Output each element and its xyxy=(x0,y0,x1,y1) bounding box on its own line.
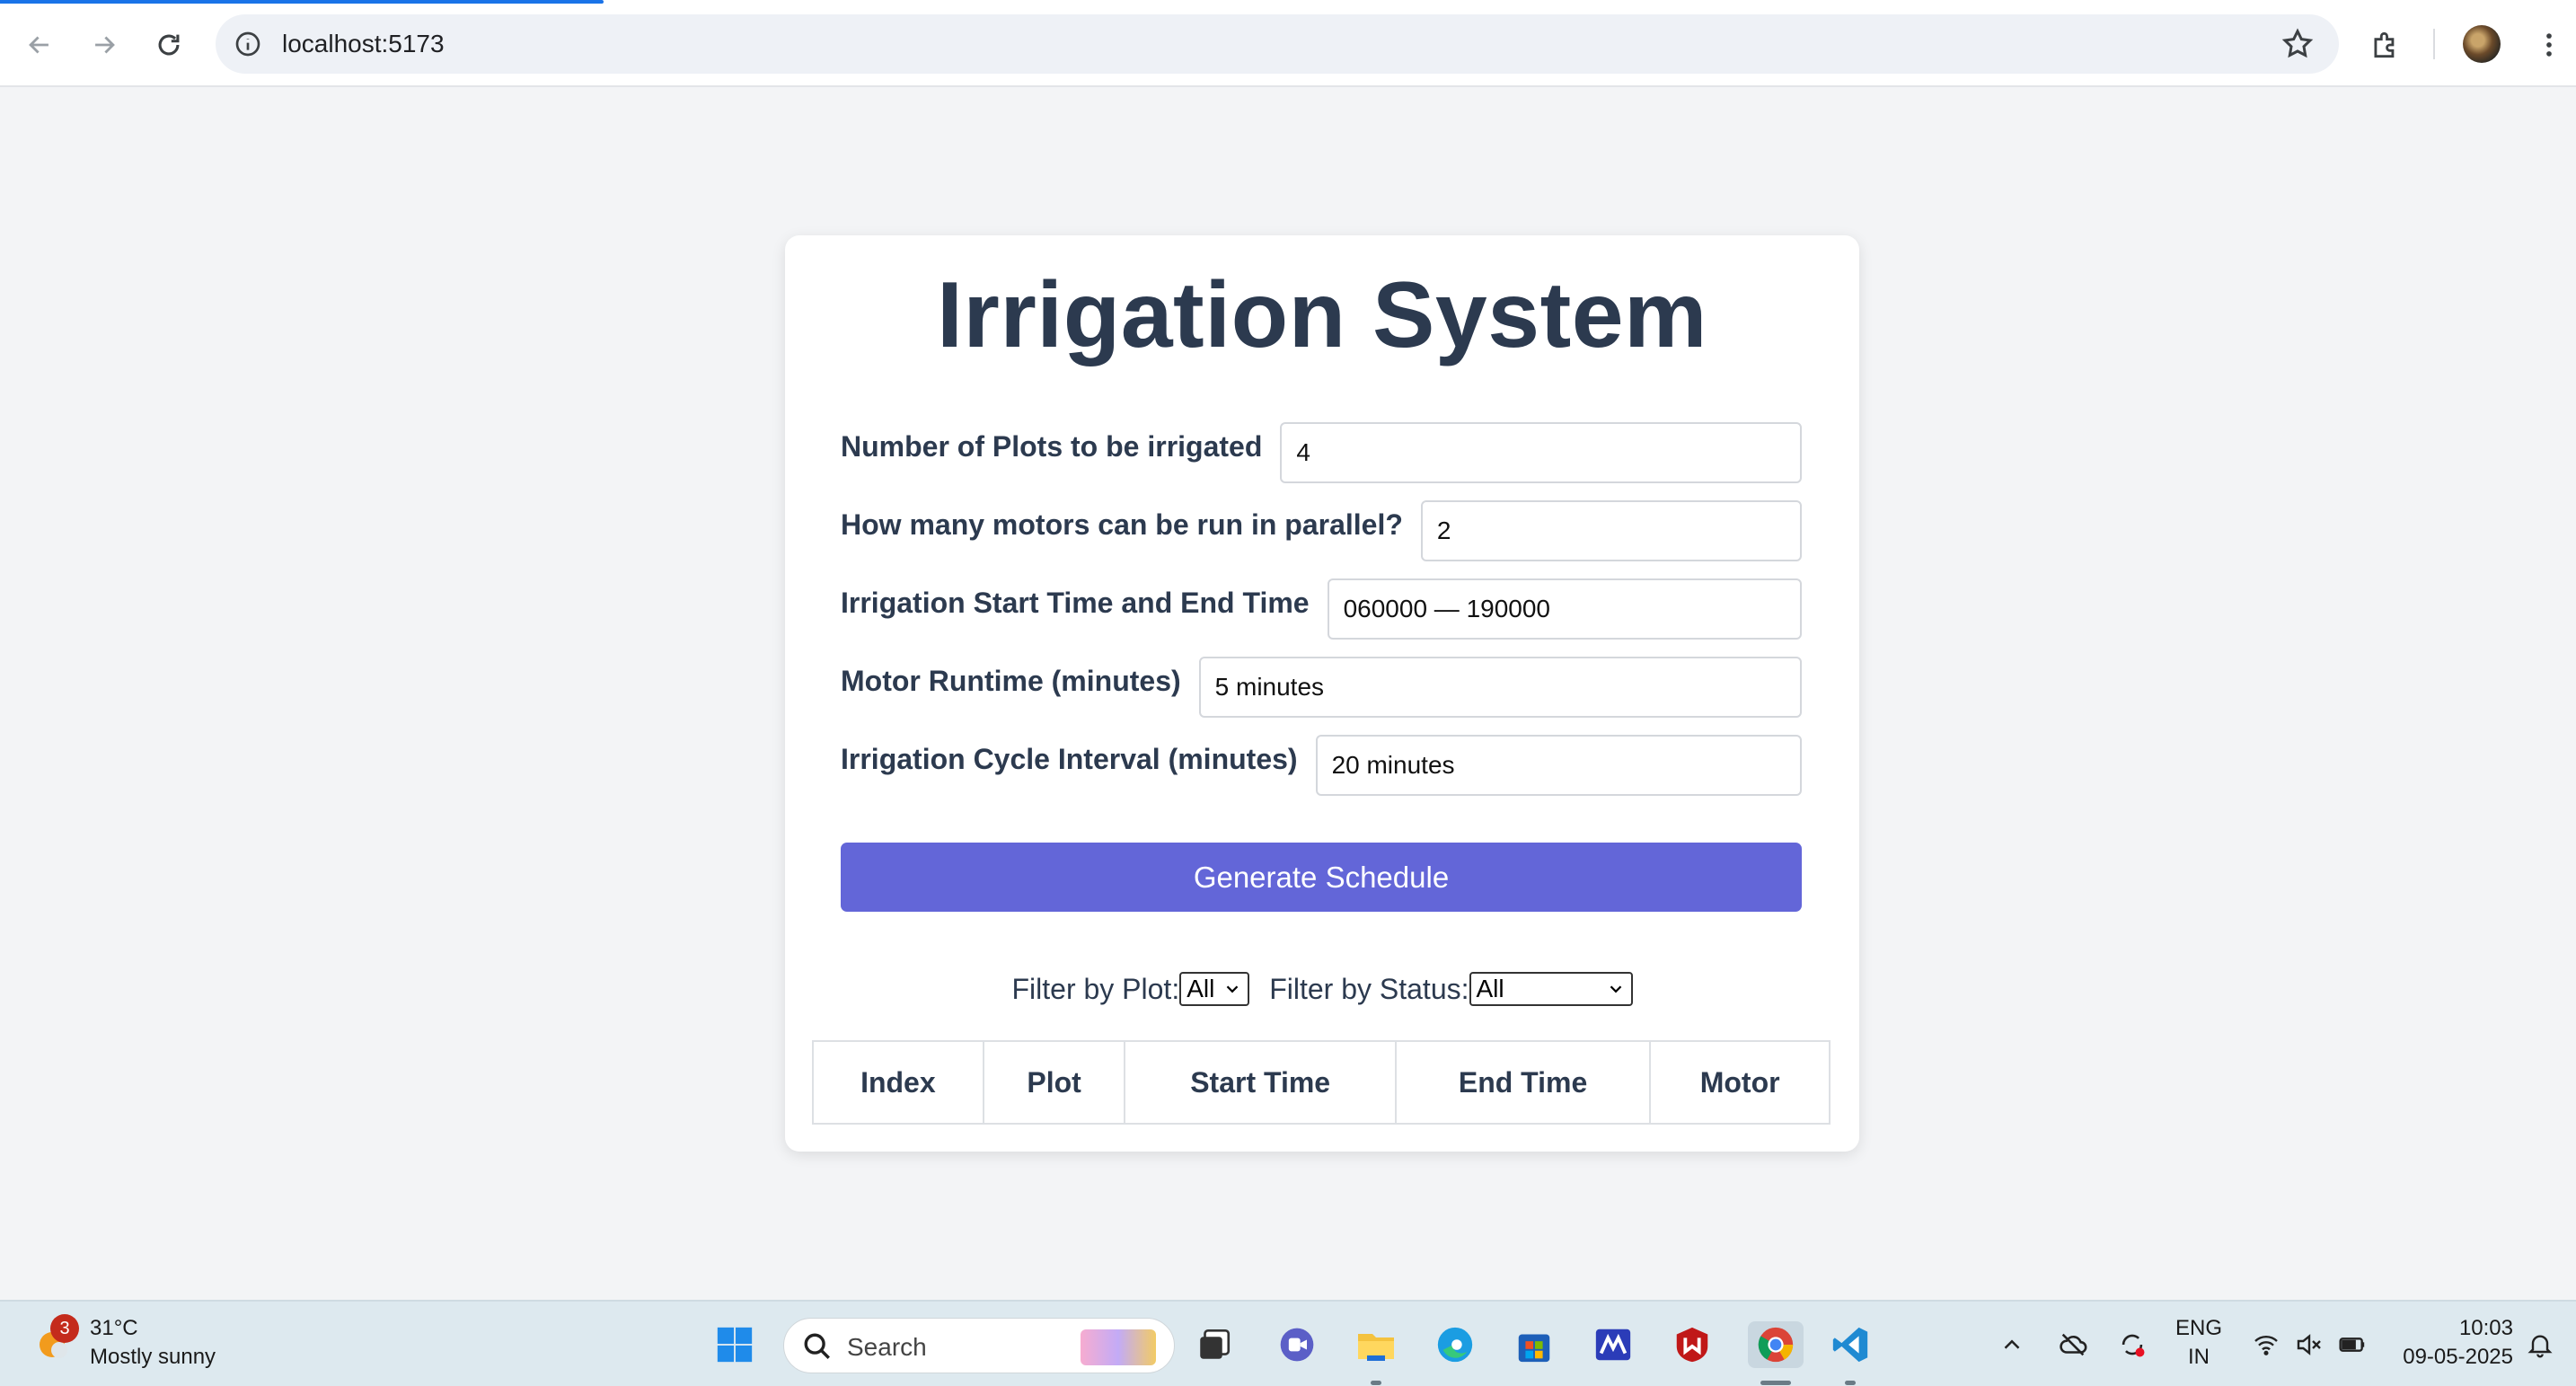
running-indicator xyxy=(1371,1381,1381,1385)
plot-filter-select[interactable]: All xyxy=(1179,972,1250,1006)
time-row: Irrigation Start Time and End Time xyxy=(841,578,1802,640)
task-view-icon[interactable] xyxy=(1191,1321,1238,1368)
language-code: ENG xyxy=(2175,1316,2222,1340)
chevron-down-icon xyxy=(1226,985,1239,993)
store-icon[interactable] xyxy=(1511,1321,1557,1368)
status-filter-select[interactable]: All xyxy=(1469,972,1633,1006)
column-header-motor: Motor xyxy=(1649,1040,1831,1125)
page-load-progress xyxy=(0,0,604,4)
plot-filter-label: Filter by Plot: xyxy=(1011,972,1180,1005)
reload-icon xyxy=(158,34,180,56)
column-header-index: Index xyxy=(812,1040,984,1125)
profile-avatar[interactable] xyxy=(2463,25,2501,63)
motors-row: How many motors can be run in parallel? xyxy=(841,500,1802,561)
active-app-indicator xyxy=(1760,1381,1791,1385)
runtime-row: Motor Runtime (minutes) xyxy=(841,657,1802,718)
time-range-input[interactable] xyxy=(1327,578,1802,640)
schedule-table: Index Plot Start Time End Time Motor xyxy=(812,1040,1831,1125)
file-explorer-icon[interactable] xyxy=(1353,1321,1399,1368)
forward-arrow-icon xyxy=(95,36,115,54)
clock-time: 10:03 xyxy=(2458,1316,2513,1340)
interval-label: Irrigation Cycle Interval (minutes) xyxy=(841,742,1298,775)
back-arrow-icon xyxy=(29,36,49,54)
forward-button[interactable] xyxy=(79,20,129,70)
edge-browser-icon[interactable] xyxy=(1432,1321,1478,1368)
running-indicator xyxy=(1845,1381,1856,1385)
weather-temperature[interactable]: 31°C xyxy=(90,1316,138,1341)
taskbar-search-label: Search xyxy=(847,1333,927,1361)
generate-schedule-button[interactable]: Generate Schedule xyxy=(841,843,1802,912)
volume-muted-icon[interactable] xyxy=(2292,1321,2326,1368)
plots-input[interactable] xyxy=(1280,422,1802,483)
motors-label: How many motors can be run in parallel? xyxy=(841,508,1403,541)
vscode-icon[interactable] xyxy=(1827,1321,1874,1368)
column-header-start-time: Start Time xyxy=(1124,1040,1397,1125)
chevron-up-icon[interactable] xyxy=(1994,1321,2030,1368)
reload-button[interactable] xyxy=(144,20,194,70)
runtime-input[interactable] xyxy=(1198,657,1802,718)
battery-icon[interactable] xyxy=(2335,1321,2369,1368)
motors-input[interactable] xyxy=(1420,500,1802,561)
filter-bar: Filter by Plot: All Filter by Status: Al… xyxy=(785,972,1859,1006)
chat-app-icon[interactable] xyxy=(1274,1321,1320,1368)
interval-row: Irrigation Cycle Interval (minutes) xyxy=(841,735,1802,796)
status-filter-value: All xyxy=(1476,975,1504,1002)
clock-date: 09-05-2025 xyxy=(2403,1345,2513,1369)
plots-label: Number of Plots to be irrigated xyxy=(841,429,1263,463)
plot-filter-value: All xyxy=(1187,975,1215,1002)
system-clock[interactable]: 10:03 09-05-2025 xyxy=(2391,1316,2513,1370)
column-header-plot: Plot xyxy=(982,1040,1126,1125)
weather-badge: 3 xyxy=(50,1314,79,1343)
status-filter-label: Filter by Status: xyxy=(1269,972,1469,1005)
plots-row: Number of Plots to be irrigated xyxy=(841,422,1802,483)
chrome-browser-icon[interactable] xyxy=(1748,1321,1804,1368)
taskbar-search-box[interactable]: Search xyxy=(783,1318,1175,1373)
back-button[interactable] xyxy=(14,20,65,70)
runtime-label: Motor Runtime (minutes) xyxy=(841,664,1181,697)
taskbar: 3 31°C Mostly sunny Search ENG IN 10:03 … xyxy=(0,1300,2576,1386)
site-info-icon[interactable] xyxy=(230,26,266,62)
url-text[interactable]: localhost:5173 xyxy=(282,30,445,58)
address-bar[interactable]: localhost:5173 xyxy=(216,14,2339,74)
wifi-icon[interactable] xyxy=(2249,1321,2283,1368)
language-indicator[interactable]: ENG IN xyxy=(2170,1316,2228,1370)
onedrive-offline-icon[interactable] xyxy=(2055,1321,2091,1368)
security-app-icon[interactable] xyxy=(1669,1321,1716,1368)
more-menu-icon[interactable] xyxy=(2531,20,2567,70)
weather-condition[interactable]: Mostly sunny xyxy=(90,1345,216,1370)
column-header-end-time: End Time xyxy=(1394,1040,1652,1125)
browser-toolbar: localhost:5173 xyxy=(0,0,2576,87)
sync-icon[interactable] xyxy=(2114,1321,2150,1368)
bookmark-star-icon[interactable] xyxy=(2280,26,2316,62)
page-title: Irrigation System xyxy=(936,263,1708,367)
search-icon xyxy=(804,1333,830,1359)
mail-app-icon[interactable] xyxy=(1590,1321,1636,1368)
irrigation-card: Irrigation System Number of Plots to be … xyxy=(785,235,1859,1152)
windows-start-icon[interactable] xyxy=(711,1321,758,1368)
interval-input[interactable] xyxy=(1315,735,1802,796)
chevron-down-icon xyxy=(1610,985,1621,993)
language-region: IN xyxy=(2188,1345,2210,1369)
notification-bell-icon[interactable] xyxy=(2522,1321,2558,1368)
search-highlight-icon xyxy=(1081,1329,1156,1365)
time-label: Irrigation Start Time and End Time xyxy=(841,586,1310,619)
extensions-icon[interactable] xyxy=(2360,20,2411,70)
table-header-row: Index Plot Start Time End Time Motor xyxy=(812,1040,1831,1125)
toolbar-divider xyxy=(2433,29,2435,59)
